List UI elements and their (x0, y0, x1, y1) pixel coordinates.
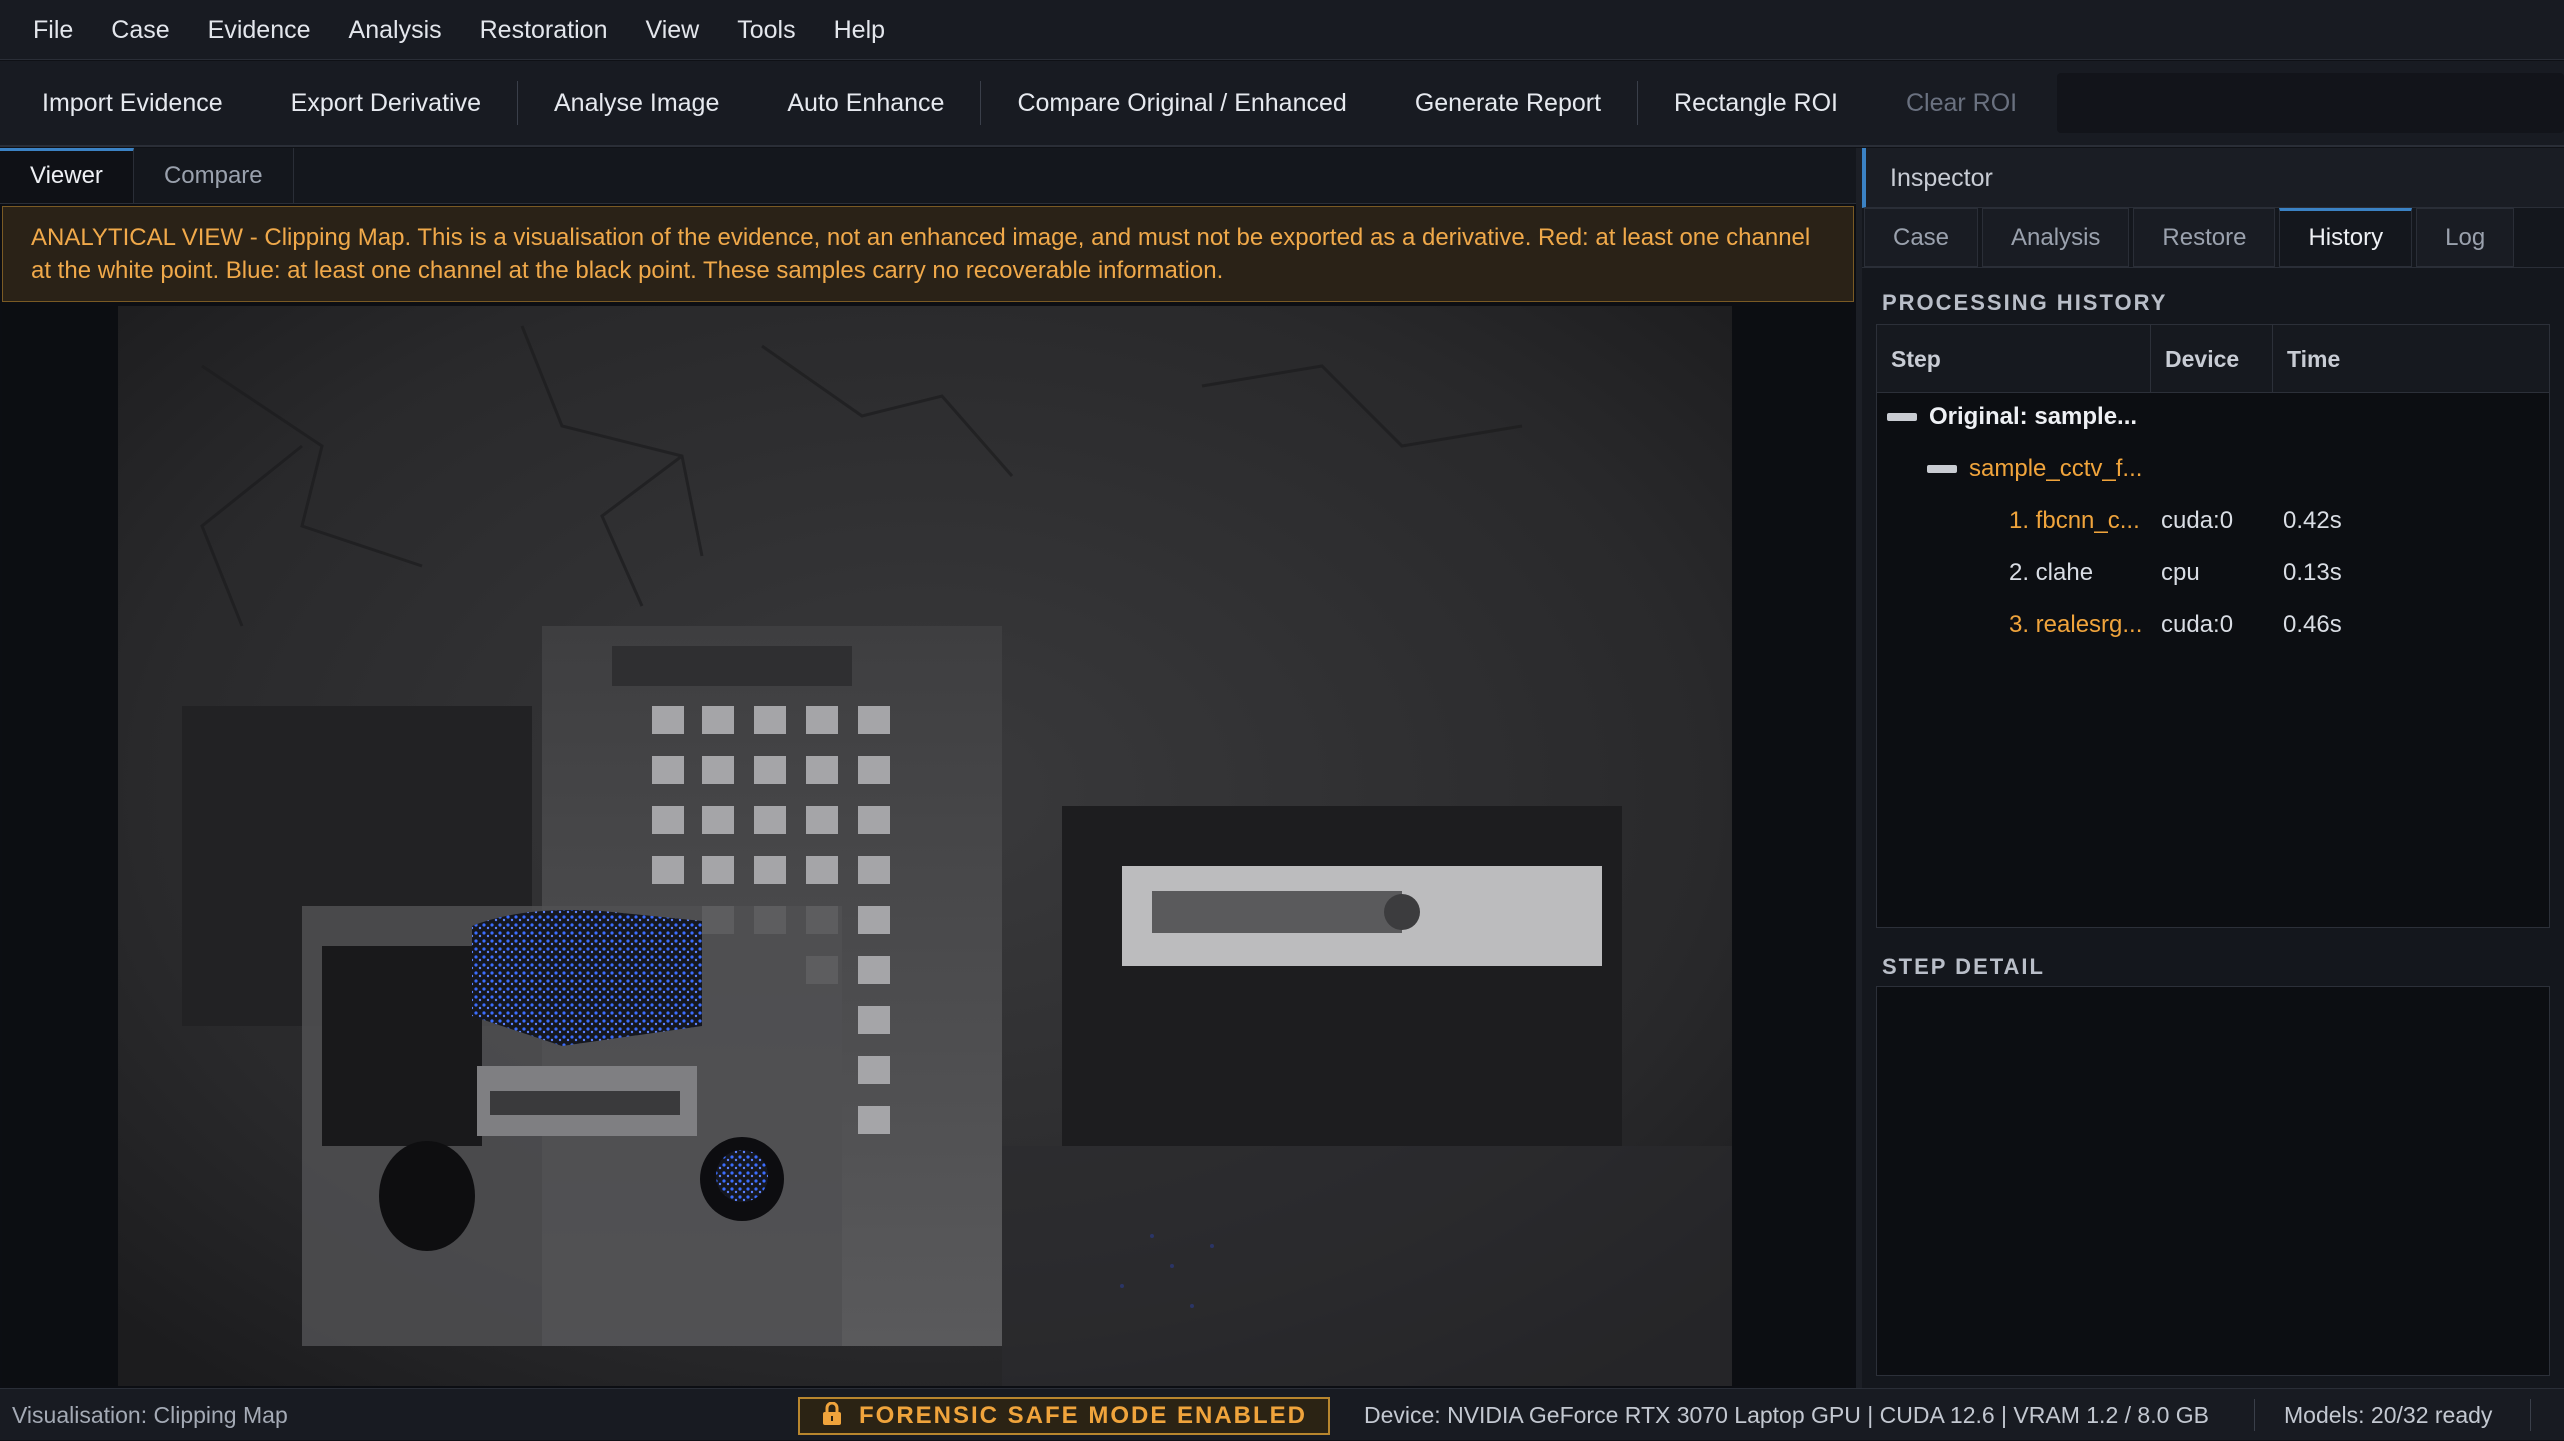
clear-roi-button[interactable]: Clear ROI (1872, 60, 2051, 146)
collapse-icon[interactable] (1887, 413, 1917, 421)
menu-evidence[interactable]: Evidence (189, 0, 330, 60)
tab-compare[interactable]: Compare (134, 148, 294, 203)
history-step[interactable]: 2. clahe (2009, 547, 2093, 599)
image-canvas[interactable] (2, 306, 1852, 1386)
status-separator (2254, 1399, 2255, 1431)
history-step-device: cuda:0 (2161, 611, 2234, 638)
column-step[interactable]: Step (1877, 325, 2151, 392)
tab-history[interactable]: History (2279, 208, 2413, 267)
device-status: Device: NVIDIA GeForce RTX 3070 Laptop G… (1364, 1402, 2210, 1428)
inspector-tabs: Case Analysis Restore History Log (1862, 208, 2564, 268)
lock-icon (822, 1401, 841, 1425)
step-detail-title: STEP DETAIL (1882, 954, 2045, 979)
collapse-icon[interactable] (1927, 465, 1957, 473)
tab-case[interactable]: Case (1864, 208, 1979, 267)
menu-case[interactable]: Case (92, 0, 188, 60)
processing-history-title: PROCESSING HISTORY (1882, 290, 2168, 315)
status-bar: Visualisation: Clipping Map FORENSIC SAF… (0, 1388, 2564, 1440)
inspector-panel: Inspector Case Analysis Restore History … (1862, 148, 2564, 1388)
models-status: Models: 20/32 ready (2284, 1402, 2493, 1428)
import-evidence-button[interactable]: Import Evidence (8, 60, 257, 146)
history-step[interactable]: 1. fbcnn_c... (2009, 495, 2140, 547)
evidence-image[interactable] (2, 306, 1852, 1386)
safe-mode-label: FORENSIC SAFE MODE ENABLED (858, 1402, 1308, 1429)
menu-bar: File Case Evidence Analysis Restoration … (0, 0, 2564, 60)
compare-button[interactable]: Compare Original / Enhanced (983, 60, 1380, 146)
toolbar: Import Evidence Export Derivative Analys… (0, 61, 2564, 147)
viewer-tabs: Viewer Compare (0, 148, 1856, 204)
generate-report-button[interactable]: Generate Report (1381, 60, 1635, 146)
auto-enhance-button[interactable]: Auto Enhance (753, 60, 978, 146)
menu-help[interactable]: Help (815, 0, 904, 60)
history-header: Step Device Time (1877, 325, 2549, 393)
menu-restoration[interactable]: Restoration (461, 0, 627, 60)
toolbar-separator (1637, 81, 1639, 125)
visualisation-status: Visualisation: Clipping Map (12, 1402, 288, 1428)
export-derivative-button[interactable]: Export Derivative (257, 60, 515, 146)
processing-history-tree[interactable]: Step Device Time Original: sample... sam… (1876, 324, 2550, 928)
column-device[interactable]: Device (2151, 325, 2273, 392)
inspector-title: Inspector (1862, 148, 2564, 208)
menu-tools[interactable]: Tools (718, 0, 814, 60)
viewer-pane: Viewer Compare ANALYTICAL VIEW - Clippin… (0, 148, 1856, 1388)
history-step-time: 0.46s (2283, 611, 2342, 638)
status-separator (2530, 1399, 2531, 1431)
menu-view[interactable]: View (626, 0, 718, 60)
history-step-device: cuda:0 (2161, 507, 2234, 534)
toolbar-separator (517, 81, 518, 125)
safe-mode-badge: FORENSIC SAFE MODE ENABLED (798, 1397, 1330, 1435)
history-step[interactable]: 3. realesrg... (2009, 599, 2142, 651)
history-source[interactable]: sample_cctv_f... (1969, 443, 2142, 495)
tab-viewer[interactable]: Viewer (0, 148, 134, 203)
toolbar-separator (980, 81, 982, 125)
history-step-device: cpu (2161, 559, 2200, 586)
history-step-time: 0.42s (2283, 507, 2342, 534)
step-detail-panel (1876, 986, 2550, 1376)
analytical-view-warning: ANALYTICAL VIEW - Clipping Map. This is … (2, 206, 1854, 302)
tab-log[interactable]: Log (2416, 208, 2515, 267)
analyse-image-button[interactable]: Analyse Image (520, 60, 753, 146)
rectangle-roi-button[interactable]: Rectangle ROI (1640, 60, 1872, 146)
toolbar-spacer (2057, 73, 2564, 133)
tab-analysis[interactable]: Analysis (1982, 208, 2130, 267)
history-step-time: 0.13s (2283, 559, 2342, 586)
history-root[interactable]: Original: sample... (1929, 391, 2137, 443)
tab-restore[interactable]: Restore (2133, 208, 2276, 267)
menu-analysis[interactable]: Analysis (330, 0, 461, 60)
column-time[interactable]: Time (2273, 325, 2549, 392)
menu-file[interactable]: File (14, 0, 92, 60)
